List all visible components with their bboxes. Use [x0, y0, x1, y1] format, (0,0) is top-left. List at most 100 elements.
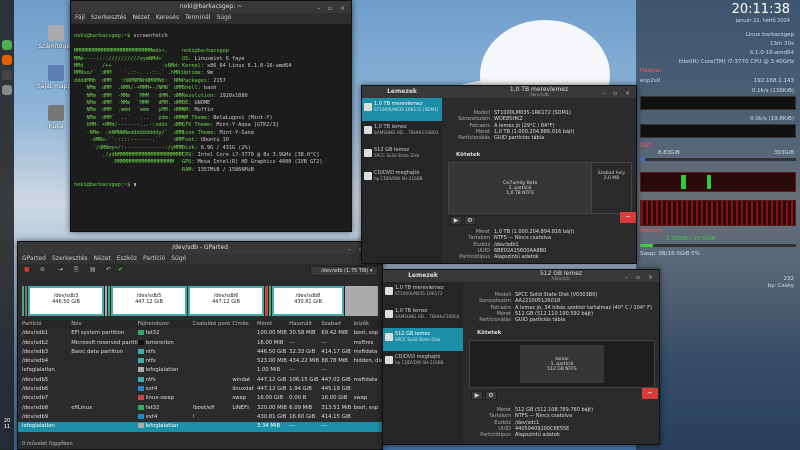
disk-list-item[interactable]: 512 GB lemez SPCC Solid State Disk: [362, 144, 442, 167]
copy-icon[interactable]: ⎘: [74, 266, 79, 274]
gear-icon[interactable]: ⚙: [463, 216, 476, 225]
table-row[interactable]: lefoglalatlan lefoglalatlan 1.00 MiB --- ---: [18, 366, 382, 375]
table-row[interactable]: /dev/sdb8 efiLinux fat32/boot/efi LINEFI 320…: [18, 404, 382, 413]
table-row[interactable]: /dev/sdb5 ntfs windat 447.12 GiB 106.15 GiB 4…: [18, 376, 382, 385]
volume-map[interactable]: tarolo 1. partíció 512 GB NTFS: [469, 340, 655, 388]
cell-text: 32.33 GiB: [289, 348, 316, 355]
disk-list-item[interactable]: CD/DVD meghajtó hp CDDVDW SH-216BB: [383, 351, 463, 374]
window-controls[interactable]: – ▫ ×: [625, 272, 656, 284]
info-key: Kernel:: [182, 63, 204, 70]
delete-icon[interactable]: ⊘: [40, 266, 45, 273]
firefox-icon[interactable]: [2, 55, 12, 65]
volume-free[interactable]: Szabad hely 2,0 MB: [591, 163, 631, 213]
ascii-logo: MMMMMMMMMMMMMMMMMMMMMMMMMmds+. MMm----::-…: [74, 48, 183, 174]
delete-partition-button[interactable]: −: [642, 388, 658, 399]
info-key: GPU:: [182, 159, 195, 166]
disks2-titlebar[interactable]: Lemezek 512 GB lemez/dev/sdc – ▫ ×: [383, 270, 659, 282]
partition-map[interactable]: /dev/sdb3 446.50 GiB /dev/sdb5 447.12 GiB …: [22, 286, 378, 316]
cell-text: 313.51 MiB: [321, 404, 352, 411]
disk-list-item[interactable]: 1,0 TB lemez SAMSUNG HD... TBHHLF30B03: [362, 121, 442, 144]
column-header[interactable]: Csatolási pont: [193, 320, 233, 329]
menu-icon[interactable]: [2, 40, 12, 50]
menu-terminal[interactable]: Terminál: [185, 14, 210, 21]
fs-color-swatch: [137, 358, 144, 364]
disks-window-2[interactable]: Lemezek 512 GB lemez/dev/sdc – ▫ × 1,0 T…: [382, 269, 660, 445]
play-button[interactable]: ▶: [450, 216, 462, 225]
info-line: WM Theme: BelaLugosi (Mint-Y): [182, 115, 323, 122]
disk-model: SAMSUNG HD... TBHHLF30B03: [395, 314, 460, 319]
table-cell: LINEFI: [232, 404, 257, 413]
play-button[interactable]: ▶: [471, 391, 483, 400]
table-cell: msftres: [354, 339, 382, 348]
terminal-icon[interactable]: [2, 70, 12, 80]
info-value: Ubuntu 10: [197, 137, 229, 144]
column-header[interactable]: Partíció: [22, 320, 71, 329]
table-row[interactable]: /dev/sdb2 Microsoft reserved partition ism…: [18, 339, 382, 348]
column-header[interactable]: Méret: [257, 320, 289, 329]
table-row[interactable]: /dev/sdb4 ntfs 523.00 MiB 434.22 MiB 88.78 M…: [18, 357, 382, 366]
column-header[interactable]: Név: [71, 320, 137, 329]
mem-label: Memory: [640, 228, 663, 234]
disk-list-item[interactable]: CD/DVD meghajtó hp CDDVDW SH-216BB: [362, 167, 442, 190]
resize-icon[interactable]: ⇥: [58, 266, 63, 273]
table-row[interactable]: lefoglalatlan lefoglalatlan 3.34 MiB --- ---: [18, 422, 382, 432]
map-segment[interactable]: /dev/sdb6 447.12 GiB: [188, 286, 264, 316]
column-header[interactable]: Használt: [289, 320, 321, 329]
table-row[interactable]: /dev/sdb6 ext4 linuxdat 447.12 GiB 1.94 GiB 4…: [18, 385, 382, 394]
disk-list-item[interactable]: 512 GB lemez SPCC Solid State Disk: [383, 328, 463, 351]
map-segment[interactable]: /dev/sdb5 447.12 GiB: [111, 286, 187, 316]
window-controls[interactable]: – ▫ ×: [602, 88, 633, 100]
partition-table[interactable]: Partíció Név Fájlrendszer Csatolási pont Cím…: [18, 320, 382, 432]
volume-partition[interactable]: Csi7amity Beta 1. partíció 1,0 TB NTFS: [449, 163, 591, 213]
menu-search[interactable]: Keresés: [156, 14, 179, 21]
table-cell: 447.12 GiB: [257, 385, 289, 394]
delete-partition-button[interactable]: −: [620, 212, 636, 223]
map-segment[interactable]: /dev/sdb3 446.50 GiB: [28, 286, 104, 316]
terminal-output[interactable]: noki@barkacsgep:~$ screenfetch MMMMMMMMM…: [71, 24, 351, 231]
disk-list-item[interactable]: 1,0 TB lemez SAMSUNG HD... TBHHLF30B03: [383, 305, 463, 328]
fs-color-swatch: [137, 395, 144, 401]
menu-gparted[interactable]: GParted: [22, 255, 46, 262]
map-segment[interactable]: /dev/sdb8 430.81 GiB: [272, 286, 344, 316]
table-row[interactable]: /dev/sdb1 EFI system partition fat32 100.00…: [18, 329, 382, 338]
files-icon[interactable]: [2, 85, 12, 95]
menu-device[interactable]: Eszköz: [117, 255, 137, 262]
volumes-header: Kötetek: [477, 330, 502, 336]
menu-view[interactable]: Nézet: [94, 255, 111, 262]
column-header[interactable]: Címke: [232, 320, 257, 329]
table-row[interactable]: /dev/sdb7 linux-swap swap 16.00 GiB 0.00 B 16…: [18, 394, 382, 403]
volume-partition[interactable]: tarolo 1. partíció 512 GB NTFS: [520, 345, 604, 383]
column-header[interactable]: Fájlrendszer: [138, 320, 193, 329]
ssd-label: SSD: [640, 143, 652, 149]
gparted-window[interactable]: /dev/sdb - GParted– ▫ × GParted Szerkeszt…: [17, 241, 383, 450]
disk-list-item[interactable]: 1,0 TB merevlemez ST1000LM035-1RK172: [383, 282, 463, 305]
apply-icon[interactable]: ✔: [118, 266, 123, 273]
column-header[interactable]: Jelzők: [354, 320, 382, 329]
menu-edit[interactable]: Szerkesztés: [52, 255, 88, 262]
menu-help[interactable]: Súgó: [171, 255, 186, 262]
table-row[interactable]: /dev/sdb3 Basic data partition ntfs 446.50 …: [18, 348, 382, 357]
disks-window-1[interactable]: Lemezek 1,0 TB merevlemez/dev/sdb – ▫ × …: [361, 85, 637, 264]
window-controls[interactable]: – ▫ ×: [317, 3, 348, 15]
gear-icon[interactable]: ⚙: [484, 391, 497, 400]
gparted-titlebar[interactable]: /dev/sdb - GParted– ▫ ×: [18, 242, 382, 254]
table-cell: ntfs: [137, 376, 193, 385]
table-cell: [71, 413, 137, 422]
terminal-window[interactable]: noki@barkacsgep: ~ – ▫ × Fájl Szerkesztés N…: [70, 0, 352, 232]
table-row[interactable]: /dev/sdb9 ext4 / 430.81 GiB 16.60 GiB 414.15 …: [18, 413, 382, 422]
paste-icon[interactable]: ▤: [90, 266, 96, 273]
menu-file[interactable]: Fájl: [75, 14, 85, 21]
volume-map[interactable]: Csi7amity Beta 1. partíció 1,0 TB NTFS S…: [448, 162, 632, 214]
menu-edit[interactable]: Szerkesztés: [91, 14, 127, 21]
new-partition-icon[interactable]: ■: [24, 266, 30, 273]
disk-list-item[interactable]: 1,0 TB merevlemez ST1000LM035-1RK172 [SDM…: [362, 98, 442, 121]
disks1-titlebar[interactable]: Lemezek 1,0 TB merevlemez/dev/sdb – ▫ ×: [362, 86, 636, 98]
device-selector[interactable]: /dev/sdb (1.75 TiB) ▾: [310, 266, 378, 276]
terminal-titlebar[interactable]: noki@barkacsgep: ~ – ▫ ×: [71, 1, 351, 13]
menu-view[interactable]: Nézet: [132, 14, 149, 21]
cell-text: ntfs: [145, 358, 156, 365]
column-header[interactable]: Szabad: [321, 320, 353, 329]
undo-icon[interactable]: ↶: [106, 266, 111, 273]
menu-partition[interactable]: Partíció: [143, 255, 165, 262]
menu-help[interactable]: Súgó: [216, 14, 231, 21]
